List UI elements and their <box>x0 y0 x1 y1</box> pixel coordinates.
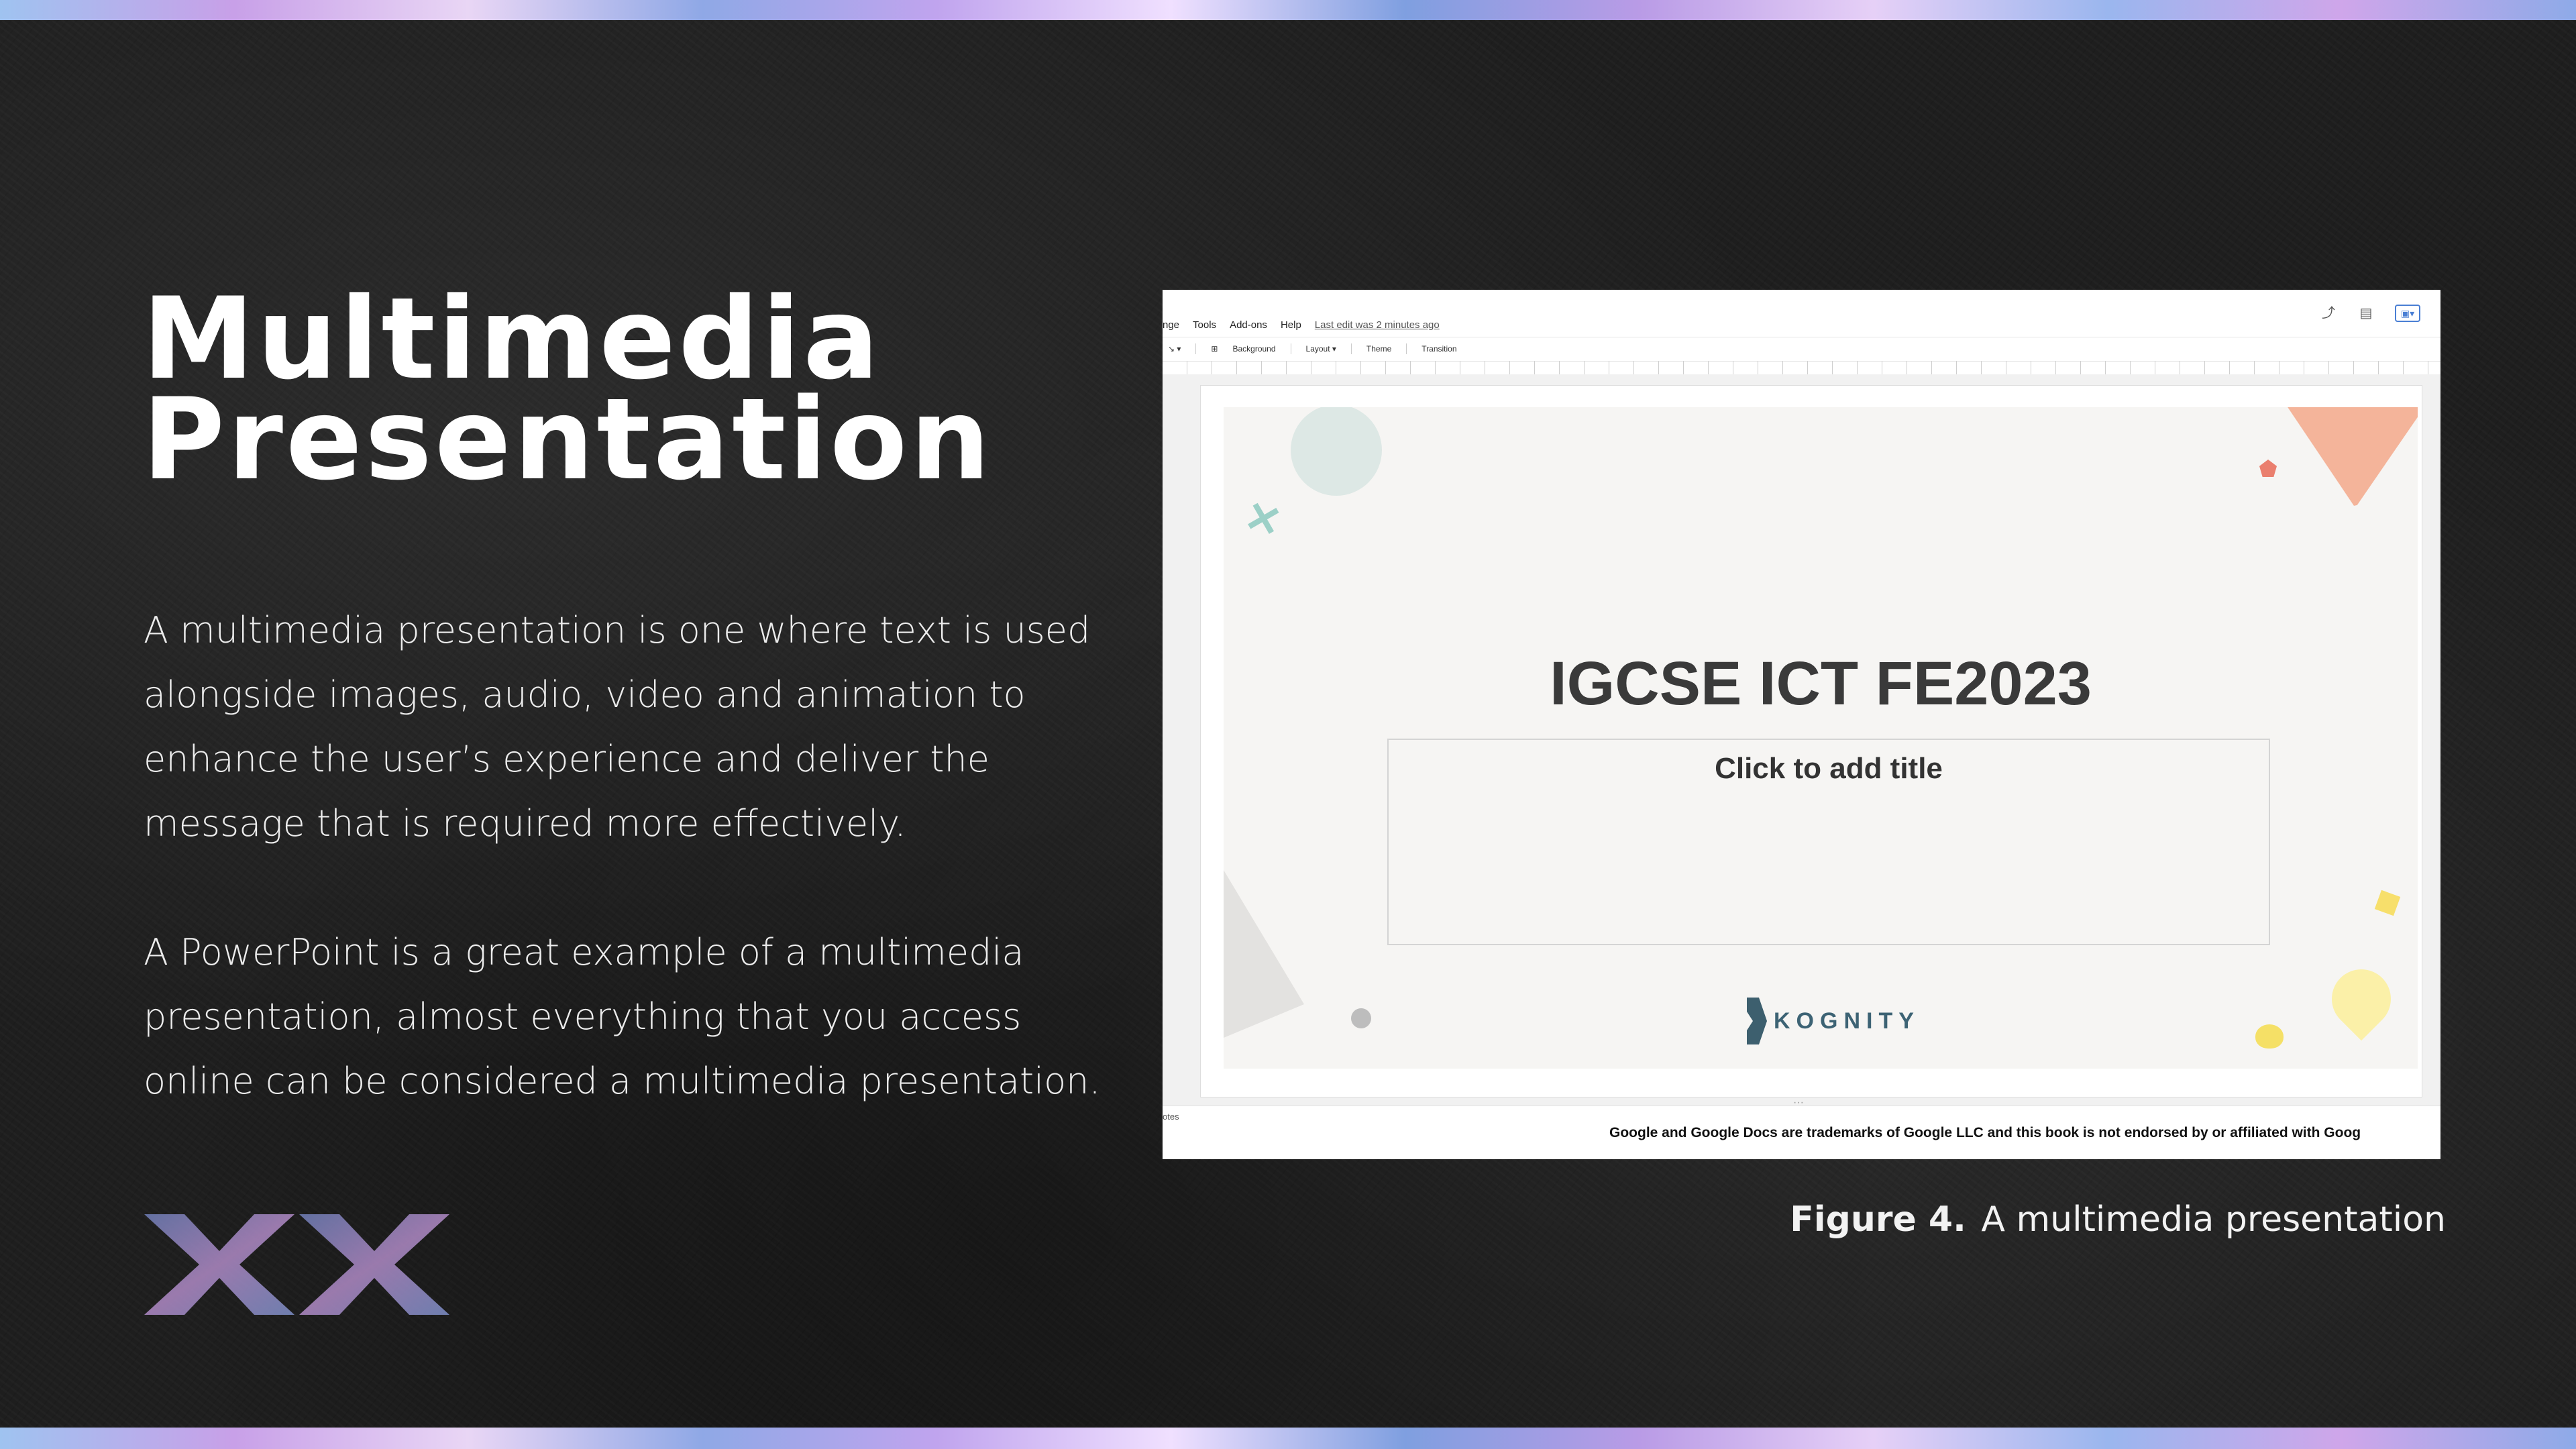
red-pentagon-decoration <box>2259 460 2277 477</box>
slide-canvas[interactable]: ✕ IGCSE ICT FE2023 Click to add title KO… <box>1224 407 2418 1069</box>
present-icon[interactable]: ▣▾ <box>2395 305 2420 322</box>
figure-label: Figure 4. <box>1790 1199 1966 1240</box>
comment-icon[interactable]: ▤ <box>2357 306 2375 321</box>
kognity-logo: KOGNITY <box>1747 998 1920 1044</box>
top-decorative-strip <box>0 0 2576 20</box>
toolbar-divider <box>1406 343 1407 354</box>
toolbar-divider <box>1350 343 1352 354</box>
figure-caption: Figure 4. A multimedia presentation <box>1790 1199 2446 1240</box>
last-edit-link[interactable]: Last edit was 2 minutes ago <box>1315 319 1440 331</box>
toolbar: ↘ ▾ ⊞ Background Layout ▾ Theme Transiti… <box>1163 337 2440 362</box>
grey-dot-decoration <box>1351 1008 1371 1028</box>
figure-caption-text: A multimedia presentation <box>1981 1199 2446 1240</box>
paragraph-example: A PowerPoint is a great example of a mul… <box>144 931 1101 1102</box>
trademark-disclaimer: Google and Google Docs are trademarks of… <box>1609 1125 2361 1140</box>
notes-label: otes <box>1163 1112 1179 1122</box>
menu-bar: nge Tools Add-ons Help Last edit was 2 m… <box>1163 290 2440 337</box>
toolbar-theme[interactable]: Theme <box>1366 344 1391 354</box>
line-tool-icon[interactable]: ↘ ▾ <box>1168 344 1181 354</box>
teal-cross-decoration: ✕ <box>1239 491 1287 547</box>
textbox-icon[interactable]: ⊞ <box>1211 344 1218 354</box>
menu-item-tools[interactable]: Tools <box>1193 319 1216 331</box>
menu-item-help[interactable]: Help <box>1281 319 1301 331</box>
xx-logo-icon <box>144 1214 449 1315</box>
kognity-mark-icon <box>1747 998 1767 1044</box>
toolbar-layout[interactable]: Layout ▾ <box>1306 344 1336 354</box>
presentation-screenshot: nge Tools Add-ons Help Last edit was 2 m… <box>1163 290 2440 1159</box>
title-line-2: Presentation <box>142 374 994 505</box>
toolbar-transition[interactable]: Transition <box>1421 344 1456 354</box>
drag-handle-icon[interactable]: ··· <box>1793 1097 1804 1109</box>
yellow-drop-decoration <box>2319 957 2404 1041</box>
editor-canvas: ✕ IGCSE ICT FE2023 Click to add title KO… <box>1163 374 2440 1106</box>
yellow-square-decoration <box>2374 890 2401 916</box>
slide-title: Multimedia Presentation <box>142 282 1148 505</box>
paragraph-definition: A multimedia presentation is one where t… <box>144 609 1091 845</box>
teal-circle-decoration <box>1291 407 1382 496</box>
bottom-decorative-strip <box>0 1428 2576 1449</box>
title-placeholder-box[interactable]: Click to add title <box>1387 739 2270 945</box>
ruler <box>1163 361 2440 375</box>
trend-icon[interactable]: ⤴ <box>2320 306 2337 321</box>
placeholder-text: Click to add title <box>1715 752 1943 785</box>
slide-heading[interactable]: IGCSE ICT FE2023 <box>1224 649 2418 719</box>
speaker-notes-area[interactable]: ··· otes Google and Google Docs are trad… <box>1163 1097 2440 1159</box>
toolbar-background[interactable]: Background <box>1232 344 1275 354</box>
menu-item-change[interactable]: nge <box>1163 319 1179 331</box>
menu-item-addons[interactable]: Add-ons <box>1230 319 1267 331</box>
kognity-wordmark: KOGNITY <box>1774 1008 1920 1034</box>
slide-frame: ✕ IGCSE ICT FE2023 Click to add title KO… <box>1200 385 2422 1097</box>
yellow-leaf-decoration <box>2255 1024 2284 1049</box>
grey-triangle-decoration <box>1224 870 1304 1038</box>
toolbar-divider <box>1195 343 1197 354</box>
peach-wedge-decoration <box>2274 407 2418 508</box>
